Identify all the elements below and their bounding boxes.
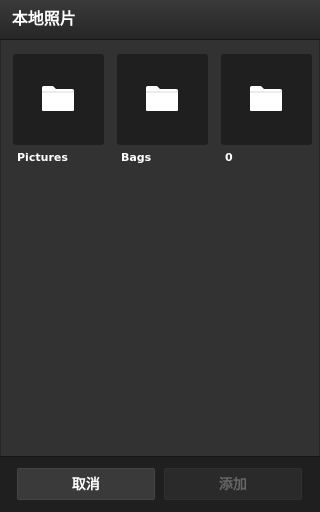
folder-icon bbox=[42, 86, 74, 111]
bottom-action-bar: 取消 添加 bbox=[0, 456, 320, 512]
folder-label: 0 bbox=[225, 151, 233, 164]
folder-icon bbox=[146, 86, 178, 111]
folder-item-pictures[interactable]: Pictures bbox=[13, 54, 104, 165]
folder-icon bbox=[250, 86, 282, 111]
folder-tile[interactable] bbox=[13, 54, 104, 145]
add-button[interactable]: 添加 bbox=[164, 468, 302, 500]
cancel-button[interactable]: 取消 bbox=[17, 468, 155, 500]
page-title: 本地照片 bbox=[12, 9, 77, 28]
folder-tile[interactable] bbox=[221, 54, 312, 145]
folder-grid: Pictures Bags 0 bbox=[13, 54, 312, 165]
folder-grid-panel: Pictures Bags 0 bbox=[0, 40, 320, 456]
folder-tile[interactable] bbox=[117, 54, 208, 145]
folder-item-0[interactable]: 0 bbox=[221, 54, 312, 165]
folder-label: Bags bbox=[121, 151, 152, 164]
folder-item-bags[interactable]: Bags bbox=[117, 54, 208, 165]
title-bar: 本地照片 bbox=[0, 0, 320, 40]
folder-label: Pictures bbox=[17, 151, 68, 164]
